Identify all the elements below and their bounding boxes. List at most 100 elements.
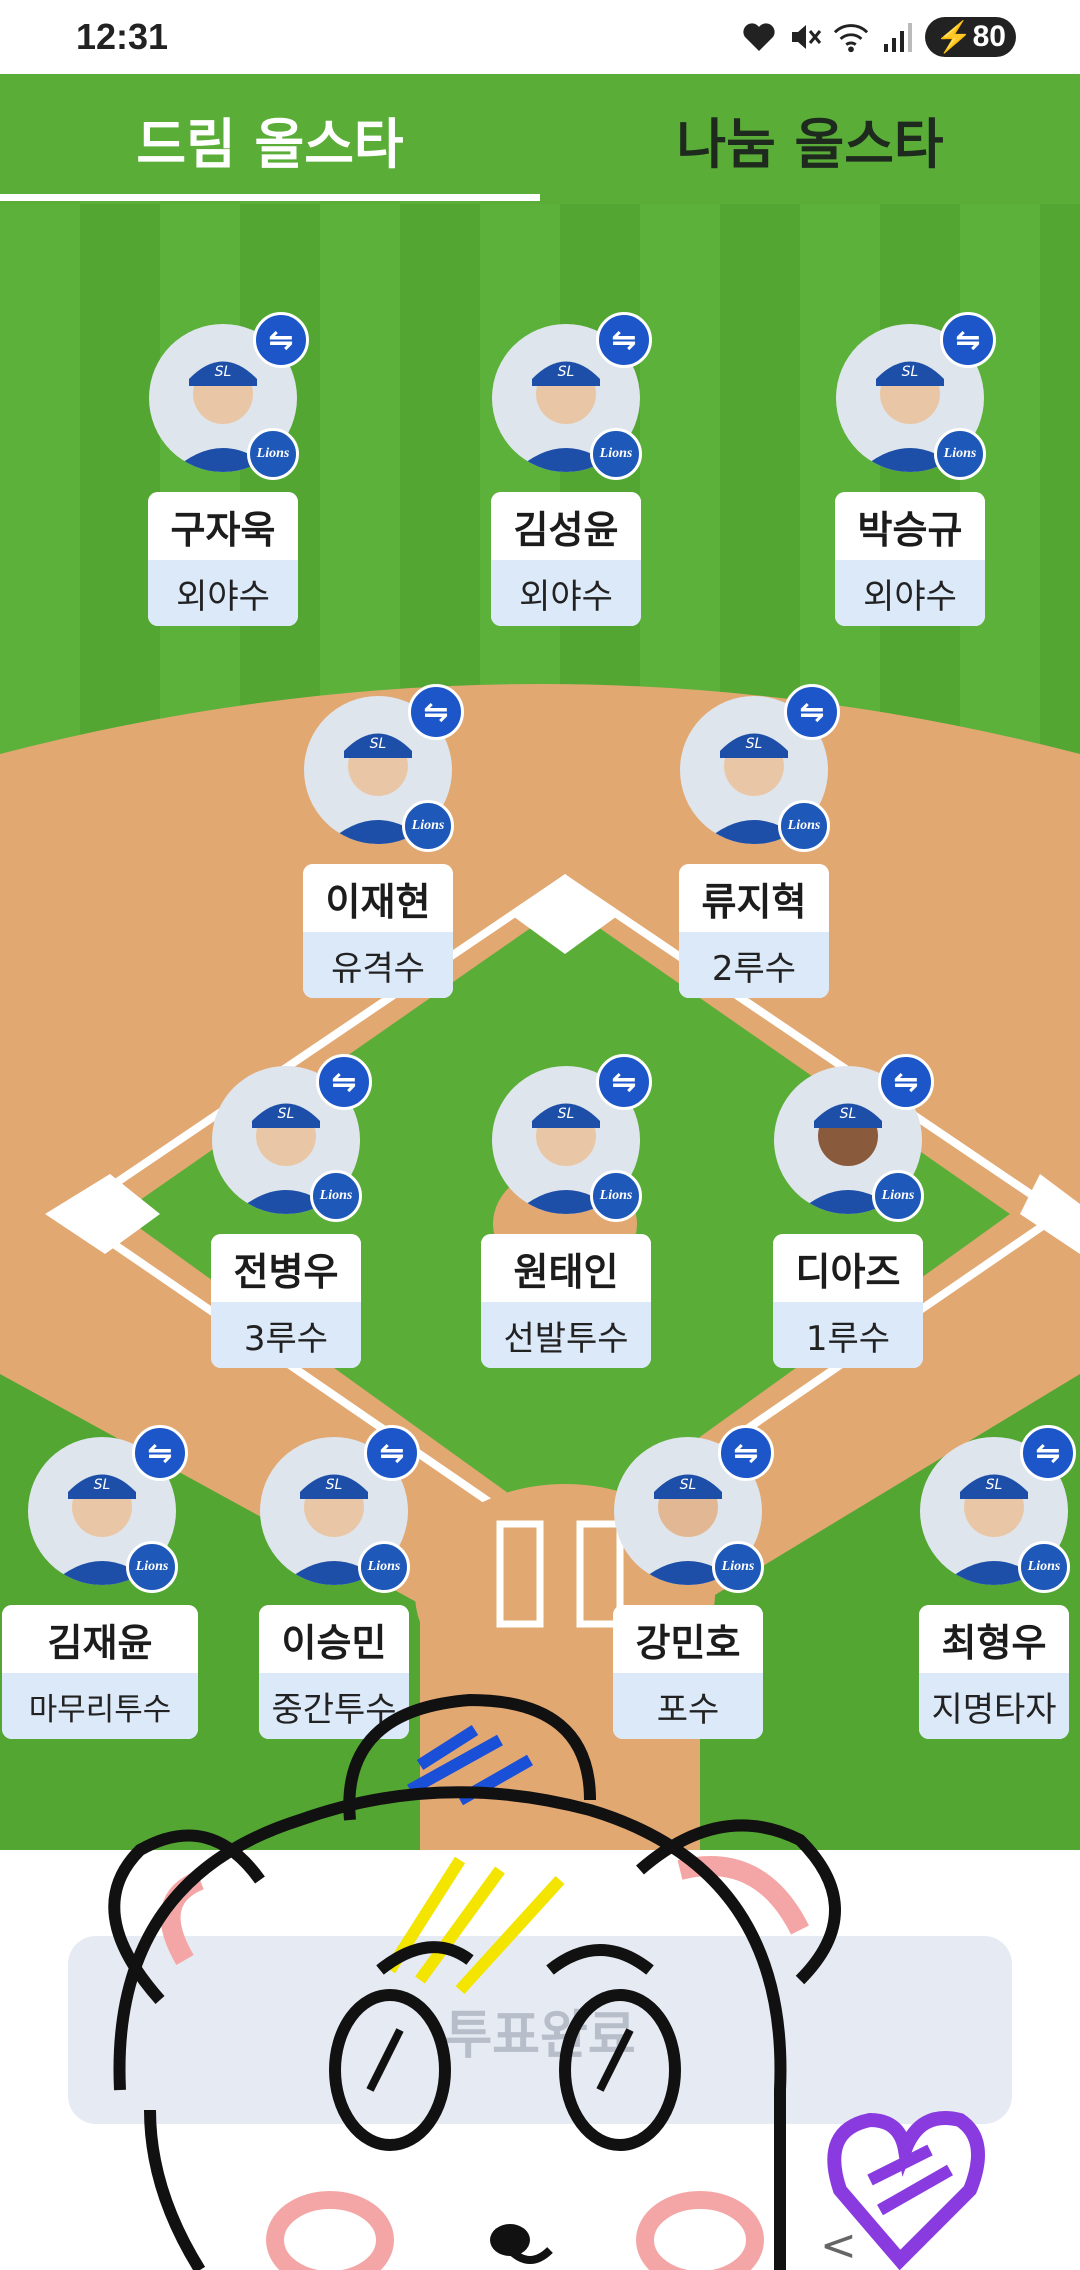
player-card: 이승민 중간투수	[259, 1605, 409, 1739]
team-logo-text: Lions	[599, 446, 633, 461]
player-card: 이재현 유격수	[303, 864, 453, 998]
player-card: 박승규 외야수	[835, 492, 985, 626]
svg-text:SL: SL	[326, 1477, 343, 1493]
svg-text:SL: SL	[986, 1477, 1003, 1493]
nav-back-icon[interactable]: <	[820, 2220, 857, 2270]
swap-icon[interactable]: ⇋	[316, 1054, 372, 1110]
player-card: 강민호 포수	[613, 1605, 763, 1739]
lions-logo-icon: Lions	[778, 800, 830, 852]
tab-nanum-allstar[interactable]: 나눔 올스타	[540, 74, 1080, 204]
swap-icon[interactable]: ⇋	[408, 684, 464, 740]
player-name: 최형우	[919, 1605, 1069, 1673]
bottom-panel: 투표완료 <	[0, 1850, 1080, 2270]
svg-text:SL: SL	[558, 364, 575, 380]
vote-complete-button[interactable]: 투표완료	[68, 1936, 1012, 2124]
lions-logo-icon: Lions	[402, 800, 454, 852]
team-logo-text: Lions	[599, 1188, 633, 1203]
signal-icon	[879, 19, 915, 55]
player-name: 김재윤	[2, 1605, 198, 1673]
player-card: 디아즈 1루수	[773, 1234, 923, 1368]
svg-text:SL: SL	[370, 736, 387, 752]
team-logo-text: Lions	[881, 1188, 915, 1203]
player-position: 외야수	[835, 560, 985, 626]
lions-logo-icon: Lions	[712, 1541, 764, 1593]
lions-logo-icon: Lions	[358, 1541, 410, 1593]
player-position: 중간투수	[259, 1673, 409, 1739]
player-card: 구자욱 외야수	[148, 492, 298, 626]
player-name: 박승규	[835, 492, 985, 560]
player-position: 포수	[613, 1673, 763, 1739]
swap-icon[interactable]: ⇋	[596, 312, 652, 368]
svg-text:SL: SL	[746, 736, 763, 752]
team-logo-text: Lions	[721, 1559, 755, 1574]
lions-logo-icon: Lions	[872, 1170, 924, 1222]
player-name: 류지혁	[679, 864, 829, 932]
player-card: 전병우 3루수	[211, 1234, 361, 1368]
svg-text:SL: SL	[558, 1106, 575, 1122]
player-name: 전병우	[211, 1234, 361, 1302]
team-logo-text: Lions	[943, 446, 977, 461]
swap-icon[interactable]: ⇋	[596, 1054, 652, 1110]
player-name: 이승민	[259, 1605, 409, 1673]
team-tabs: 드림 올스타 나눔 올스타	[0, 74, 1080, 204]
mute-icon	[787, 19, 823, 55]
player-position: 지명타자	[919, 1673, 1069, 1739]
lions-logo-icon: Lions	[310, 1170, 362, 1222]
swap-icon[interactable]: ⇋	[878, 1054, 934, 1110]
swap-icon[interactable]: ⇋	[718, 1425, 774, 1481]
lions-logo-icon: Lions	[590, 1170, 642, 1222]
player-position: 외야수	[491, 560, 641, 626]
team-logo-text: Lions	[319, 1188, 353, 1203]
team-logo-text: Lions	[135, 1559, 169, 1574]
player-card: 김재윤 마무리투수	[2, 1605, 198, 1739]
player-position: 2루수	[679, 932, 829, 998]
status-bar: 12:31 ⚡ 80	[0, 0, 1080, 74]
active-tab-indicator	[0, 194, 540, 201]
heart-icon	[741, 19, 777, 55]
player-position: 외야수	[148, 560, 298, 626]
lineup-field: 드림 올스타 나눔 올스타 SL ⇋ Lions 구자욱 외야수 SL ⇋ Li…	[0, 74, 1080, 1850]
team-logo-text: Lions	[256, 446, 290, 461]
tab-dream-allstar[interactable]: 드림 올스타	[0, 74, 540, 204]
team-logo-text: Lions	[411, 818, 445, 833]
team-logo-text: Lions	[787, 818, 821, 833]
player-position: 유격수	[303, 932, 453, 998]
svg-text:SL: SL	[215, 364, 232, 380]
swap-icon[interactable]: ⇋	[940, 312, 996, 368]
player-name: 원태인	[481, 1234, 651, 1302]
swap-icon[interactable]: ⇋	[132, 1425, 188, 1481]
player-name: 디아즈	[773, 1234, 923, 1302]
swap-icon[interactable]: ⇋	[1020, 1425, 1076, 1481]
status-time: 12:31	[76, 16, 169, 57]
player-card: 원태인 선발투수	[481, 1234, 651, 1368]
swap-icon[interactable]: ⇋	[364, 1425, 420, 1481]
svg-text:SL: SL	[840, 1106, 857, 1122]
player-position: 선발투수	[481, 1302, 651, 1368]
player-position: 1루수	[773, 1302, 923, 1368]
player-name: 이재현	[303, 864, 453, 932]
player-name: 강민호	[613, 1605, 763, 1673]
team-logo-text: Lions	[1027, 1559, 1061, 1574]
swap-icon[interactable]: ⇋	[253, 312, 309, 368]
battery-icon: ⚡ 80	[925, 17, 1016, 57]
lions-logo-icon: Lions	[126, 1541, 178, 1593]
svg-text:SL: SL	[94, 1477, 111, 1493]
team-logo-text: Lions	[367, 1559, 401, 1574]
lions-logo-icon: Lions	[247, 428, 299, 480]
swap-icon[interactable]: ⇋	[784, 684, 840, 740]
battery-level: 80	[972, 20, 1006, 53]
player-position: 3루수	[211, 1302, 361, 1368]
player-name: 김성윤	[491, 492, 641, 560]
player-card: 류지혁 2루수	[679, 864, 829, 998]
player-card: 최형우 지명타자	[919, 1605, 1069, 1739]
wifi-icon	[833, 19, 869, 55]
svg-text:SL: SL	[902, 364, 919, 380]
player-name: 구자욱	[148, 492, 298, 560]
status-icons: ⚡ 80	[741, 16, 1016, 58]
player-position: 마무리투수	[2, 1673, 198, 1739]
lions-logo-icon: Lions	[590, 428, 642, 480]
player-card: 김성윤 외야수	[491, 492, 641, 626]
lions-logo-icon: Lions	[1018, 1541, 1070, 1593]
svg-text:SL: SL	[278, 1106, 295, 1122]
svg-text:SL: SL	[680, 1477, 697, 1493]
